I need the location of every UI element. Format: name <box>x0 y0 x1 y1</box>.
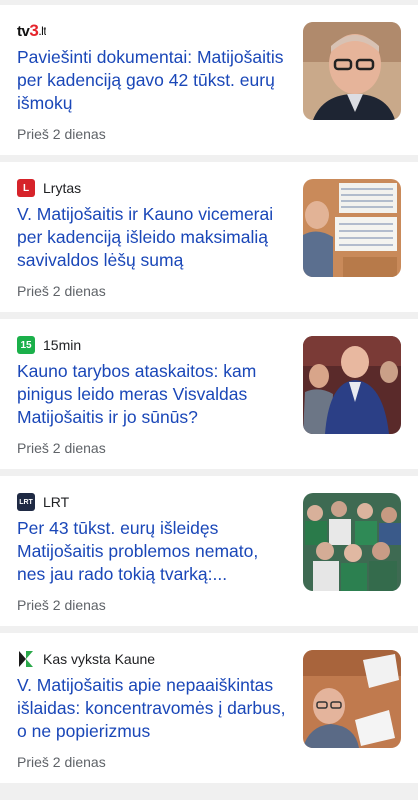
source-row: tv 3 .lt <box>17 20 289 42</box>
lrt-logo-icon: LRT <box>17 493 35 511</box>
publish-time: Prieš 2 dienas <box>17 440 106 456</box>
headline-link[interactable]: Paviešinti dokumentai: Matijošaitis per … <box>17 46 289 115</box>
mayor-photo <box>303 336 401 434</box>
k-arrow-icon <box>19 651 33 667</box>
publish-time: Prieš 2 dienas <box>17 283 106 299</box>
documents-photo <box>303 179 401 277</box>
lrytas-logo-icon: L <box>17 179 35 197</box>
publish-time: Prieš 2 dienas <box>17 597 106 613</box>
logo-tv: tv <box>17 22 30 40</box>
article-thumbnail[interactable] <box>303 22 401 120</box>
article-thumbnail[interactable] <box>303 336 401 434</box>
headline-link[interactable]: V. Matijošaitis apie nepaaiškintas išlai… <box>17 674 289 743</box>
tv3-logo: tv 3 .lt <box>17 21 46 41</box>
news-card[interactable]: tv 3 .lt Paviešinti dokumentai: Matijošait… <box>0 5 418 155</box>
15min-logo-icon: 15 <box>17 336 35 354</box>
speaker-photo <box>303 650 401 748</box>
source-row: LRT LRT <box>17 491 289 513</box>
source-name: LRT <box>43 494 70 510</box>
portrait-photo <box>303 22 401 120</box>
source-row: 15 15min <box>17 334 289 356</box>
headline-link[interactable]: Kauno tarybos ataskaitos: kam pinigus le… <box>17 360 289 429</box>
article-thumbnail[interactable] <box>303 493 401 591</box>
news-card[interactable]: LRT LRT Per 43 tūkst. eurų išleidęs Mati… <box>0 476 418 626</box>
logo-three: 3 <box>29 21 39 40</box>
kas-vyksta-kaune-logo-icon <box>17 650 35 668</box>
headline-link[interactable]: Per 43 tūkst. eurų išleidęs Matijošaitis… <box>17 517 289 586</box>
publish-time: Prieš 2 dienas <box>17 754 106 770</box>
publish-time: Prieš 2 dienas <box>17 126 106 142</box>
news-card[interactable]: L Lrytas V. Matijošaitis ir Kauno viceme… <box>0 162 418 312</box>
card-text: Kas vyksta Kaune V. Matijošaitis apie ne… <box>17 648 289 743</box>
source-row: L Lrytas <box>17 177 289 199</box>
card-text: L Lrytas V. Matijošaitis ir Kauno viceme… <box>17 177 289 272</box>
card-text: LRT LRT Per 43 tūkst. eurų išleidęs Mati… <box>17 491 289 586</box>
logo-lt: .lt <box>38 24 47 38</box>
source-name: 15min <box>43 337 82 353</box>
card-text: 15 15min Kauno tarybos ataskaitos: kam p… <box>17 334 289 429</box>
source-name: Kas vyksta Kaune <box>43 651 156 667</box>
source-name: Lrytas <box>43 180 82 196</box>
card-text: tv 3 .lt Paviešinti dokumentai: Matijošait… <box>17 20 289 115</box>
news-feed: tv 3 .lt Paviešinti dokumentai: Matijošait… <box>0 0 418 800</box>
crowd-photo <box>303 493 401 591</box>
article-thumbnail[interactable] <box>303 179 401 277</box>
headline-link[interactable]: V. Matijošaitis ir Kauno vicemerai per k… <box>17 203 289 272</box>
news-card[interactable]: 15 15min Kauno tarybos ataskaitos: kam p… <box>0 319 418 469</box>
article-thumbnail[interactable] <box>303 650 401 748</box>
source-row: Kas vyksta Kaune <box>17 648 289 670</box>
news-card[interactable]: Kas vyksta Kaune V. Matijošaitis apie ne… <box>0 633 418 783</box>
